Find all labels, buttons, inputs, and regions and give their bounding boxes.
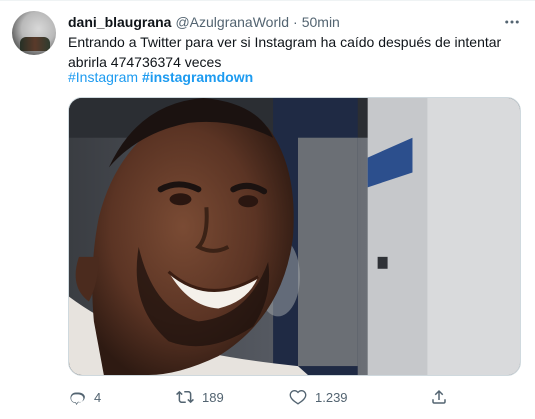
tweet-card[interactable]: dani_blaugrana @AzulgranaWorld · 50min E… — [0, 0, 535, 419]
reply-count: 4 — [94, 389, 102, 405]
like-count: 1.239 — [315, 389, 348, 405]
retweet-count: 189 — [202, 389, 224, 405]
share-button[interactable] — [430, 385, 456, 409]
reply-button[interactable]: 4 — [68, 385, 101, 409]
tweet-timestamp[interactable]: 50min — [302, 14, 340, 30]
hashtag-instagram[interactable]: #Instagram — [68, 69, 138, 85]
more-horizontal-icon — [505, 20, 519, 24]
share-icon — [432, 389, 446, 404]
selfie-photo-illustration — [69, 98, 520, 375]
heart-icon — [289, 390, 307, 405]
tweet-header: dani_blaugrana @AzulgranaWorld · 50min — [68, 12, 340, 32]
tweet-text: Entrando a Twitter para ver si Instagram… — [68, 34, 502, 70]
more-options-button[interactable] — [503, 13, 521, 31]
header-separator: · — [293, 14, 298, 30]
author-avatar[interactable] — [12, 11, 56, 55]
like-button[interactable]: 1.239 — [289, 385, 348, 409]
tweet-hashtags: #Instagram #instagramdown — [68, 67, 253, 87]
hashtag-instagramdown[interactable]: #instagramdown — [142, 69, 253, 85]
author-name[interactable]: dani_blaugrana — [68, 14, 171, 30]
author-handle[interactable]: @AzulgranaWorld — [175, 14, 289, 30]
retweet-button[interactable]: 189 — [176, 385, 224, 409]
reply-icon — [70, 392, 85, 405]
tweet-actions: 4 189 1.239 — [68, 385, 521, 409]
retweet-icon — [176, 390, 194, 404]
tweet-media-photo[interactable] — [68, 97, 521, 376]
